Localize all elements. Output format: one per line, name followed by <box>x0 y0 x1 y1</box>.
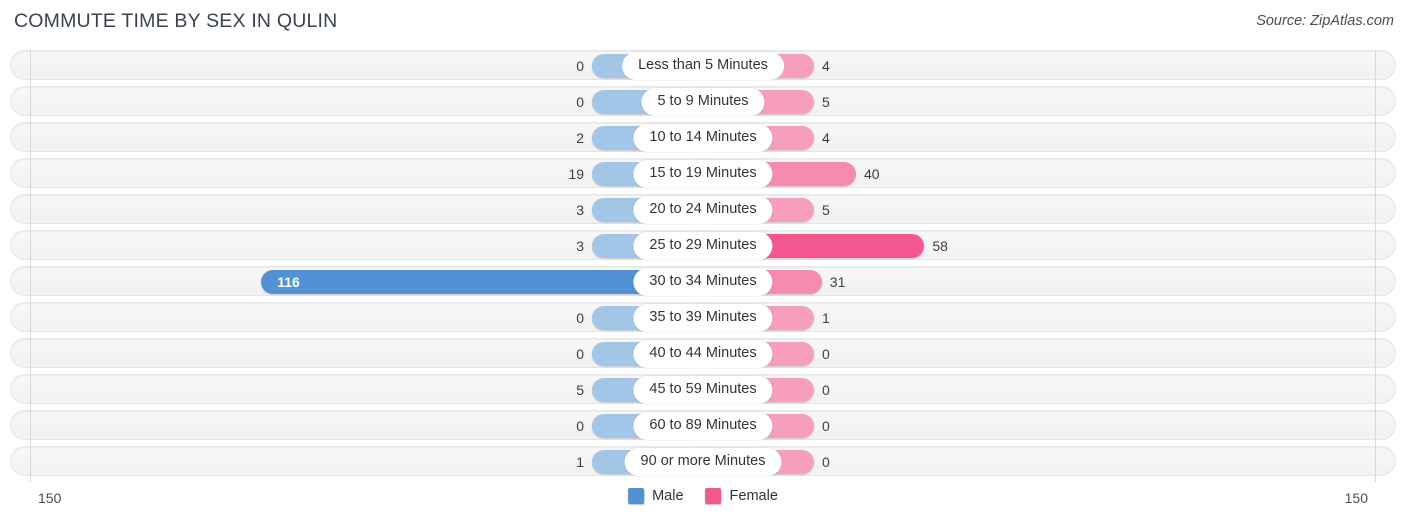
legend-swatch-male-icon <box>628 488 645 504</box>
axis-tick-right: 150 <box>1344 490 1368 506</box>
chart-row[interactable]: 116 31 30 to 34 Minutes <box>10 266 1396 296</box>
value-label-male: 0 <box>576 94 584 110</box>
value-label-female: 5 <box>822 202 830 218</box>
chart-footer: 150 150 Male Female <box>0 482 1406 522</box>
value-label-female: 4 <box>822 130 830 146</box>
value-label-male: 19 <box>568 166 584 182</box>
chart-row[interactable]: 0 5 5 to 9 Minutes <box>10 86 1396 116</box>
legend-item-female[interactable]: Female <box>705 488 778 504</box>
axis-line-right <box>1375 50 1376 482</box>
category-label: 5 to 9 Minutes <box>641 88 765 116</box>
chart-row[interactable]: 0 0 60 to 89 Minutes <box>10 410 1396 440</box>
value-label-female: 31 <box>829 274 846 290</box>
value-label-female: 58 <box>932 238 948 254</box>
category-label: Less than 5 Minutes <box>622 52 784 80</box>
value-label-female: 0 <box>822 346 830 362</box>
category-label: 20 to 24 Minutes <box>633 196 773 224</box>
chart-legend: Male Female <box>628 488 778 504</box>
value-label-male: 0 <box>576 418 584 434</box>
value-label-female: 40 <box>864 166 880 182</box>
legend-label-male: Male <box>652 488 684 504</box>
chart-header: COMMUTE TIME BY SEX IN QULIN Source: Zip… <box>0 0 1406 44</box>
value-label-female: 0 <box>822 382 830 398</box>
chart-row[interactable]: 0 1 35 to 39 Minutes <box>10 302 1396 332</box>
value-label-female: 5 <box>822 94 830 110</box>
value-label-male: 0 <box>576 58 584 74</box>
source-attribution: Source: ZipAtlas.com <box>1256 13 1394 29</box>
category-label: 45 to 59 Minutes <box>633 376 773 404</box>
category-label: 25 to 29 Minutes <box>633 232 773 260</box>
value-label-male: 3 <box>576 238 584 254</box>
value-label-female: 4 <box>822 58 830 74</box>
value-label-male: 1 <box>576 454 584 470</box>
commute-time-chart: 0 4 Less than 5 Minutes 0 5 5 to 9 Minutes 2 4 1… <box>0 44 1406 522</box>
axis-tick-left: 150 <box>38 490 62 506</box>
value-label-male: 0 <box>576 346 584 362</box>
value-label-male: 2 <box>576 130 584 146</box>
value-label-female: 0 <box>822 454 830 470</box>
category-label: 60 to 89 Minutes <box>633 412 773 440</box>
category-label: 35 to 39 Minutes <box>633 304 773 332</box>
chart-plot-area: 0 4 Less than 5 Minutes 0 5 5 to 9 Minutes 2 4 1… <box>10 50 1396 482</box>
legend-label-female: Female <box>729 488 778 504</box>
chart-row[interactable]: 2 4 10 to 14 Minutes <box>10 122 1396 152</box>
value-label-male: 116 <box>277 274 300 290</box>
category-label: 10 to 14 Minutes <box>633 124 773 152</box>
category-label: 30 to 34 Minutes <box>633 268 773 296</box>
chart-row[interactable]: 0 0 40 to 44 Minutes <box>10 338 1396 368</box>
axis-line-left <box>30 50 31 482</box>
page-title: COMMUTE TIME BY SEX IN QULIN <box>14 10 338 32</box>
chart-row[interactable]: 3 58 25 to 29 Minutes <box>10 230 1396 260</box>
value-label-female: 0 <box>822 418 830 434</box>
legend-item-male[interactable]: Male <box>628 488 684 504</box>
value-label-male: 5 <box>576 382 584 398</box>
value-label-female: 1 <box>822 310 830 326</box>
category-label: 40 to 44 Minutes <box>633 340 773 368</box>
chart-row[interactable]: 3 5 20 to 24 Minutes <box>10 194 1396 224</box>
chart-row[interactable]: 19 40 15 to 19 Minutes <box>10 158 1396 188</box>
value-label-male: 0 <box>576 310 584 326</box>
value-label-male: 3 <box>576 202 584 218</box>
chart-row[interactable]: 5 0 45 to 59 Minutes <box>10 374 1396 404</box>
category-label: 90 or more Minutes <box>624 448 782 476</box>
chart-row[interactable]: 1 0 90 or more Minutes <box>10 446 1396 476</box>
chart-row[interactable]: 0 4 Less than 5 Minutes <box>10 50 1396 80</box>
category-label: 15 to 19 Minutes <box>633 160 773 188</box>
legend-swatch-female-icon <box>705 488 722 504</box>
